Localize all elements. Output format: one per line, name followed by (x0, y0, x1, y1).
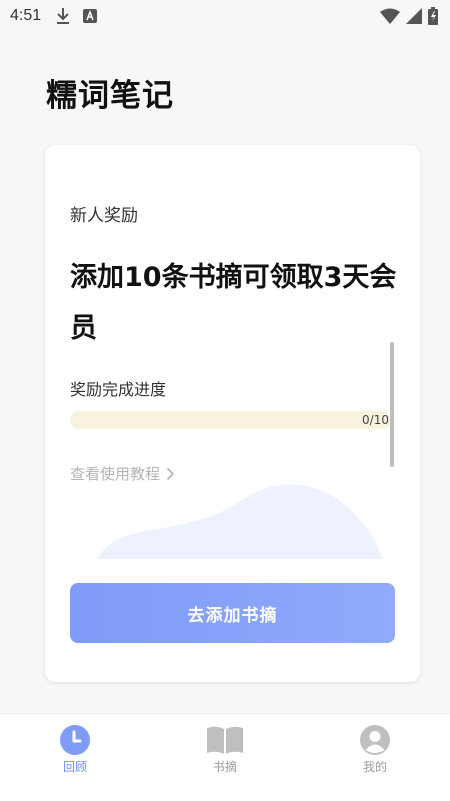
bottom-tab-bar: 回顾 书摘 我的 (0, 713, 450, 801)
reward-headline: 添加10条书摘可领取3天会员 (70, 262, 397, 344)
add-excerpt-button[interactable]: 去添加书摘 (70, 583, 395, 643)
status-time: 4:51 (10, 7, 42, 24)
scrollbar-thumb[interactable] (390, 342, 394, 467)
progress-count: 0/10 (362, 413, 389, 427)
tab-profile-label: 我的 (362, 760, 387, 774)
battery-charging-icon (428, 7, 438, 25)
reward-tag: 新人奖励 (70, 206, 138, 226)
profile-icon (360, 725, 390, 755)
tutorial-link[interactable]: 查看使用教程 (70, 463, 175, 484)
tab-review[interactable]: 回顾 (0, 714, 150, 801)
app-a-icon (83, 9, 98, 23)
status-bar: 4:51 (0, 0, 450, 32)
tab-excerpts[interactable]: 书摘 (150, 714, 300, 801)
progress-bar: 0/10 (70, 411, 391, 429)
wifi-icon (380, 8, 400, 24)
reward-card: 新人奖励 添加10条书摘可领取3天会员 奖励完成进度 0/10 查看使用教程 去… (45, 145, 420, 682)
tutorial-link-label: 查看使用教程 (70, 465, 161, 483)
chevron-right-icon (166, 467, 175, 481)
clock-icon (60, 725, 90, 755)
tab-excerpts-label: 书摘 (212, 760, 237, 774)
tab-review-label: 回顾 (62, 760, 87, 774)
book-icon (206, 725, 244, 755)
status-system-icons (380, 7, 438, 25)
page-title: 糯词笔记 (46, 78, 174, 114)
status-notification-icons (55, 7, 98, 25)
download-icon (55, 7, 71, 25)
progress-label: 奖励完成进度 (70, 380, 167, 399)
signal-icon (406, 8, 422, 24)
wave-illustration (97, 484, 382, 559)
tab-profile[interactable]: 我的 (300, 714, 450, 801)
